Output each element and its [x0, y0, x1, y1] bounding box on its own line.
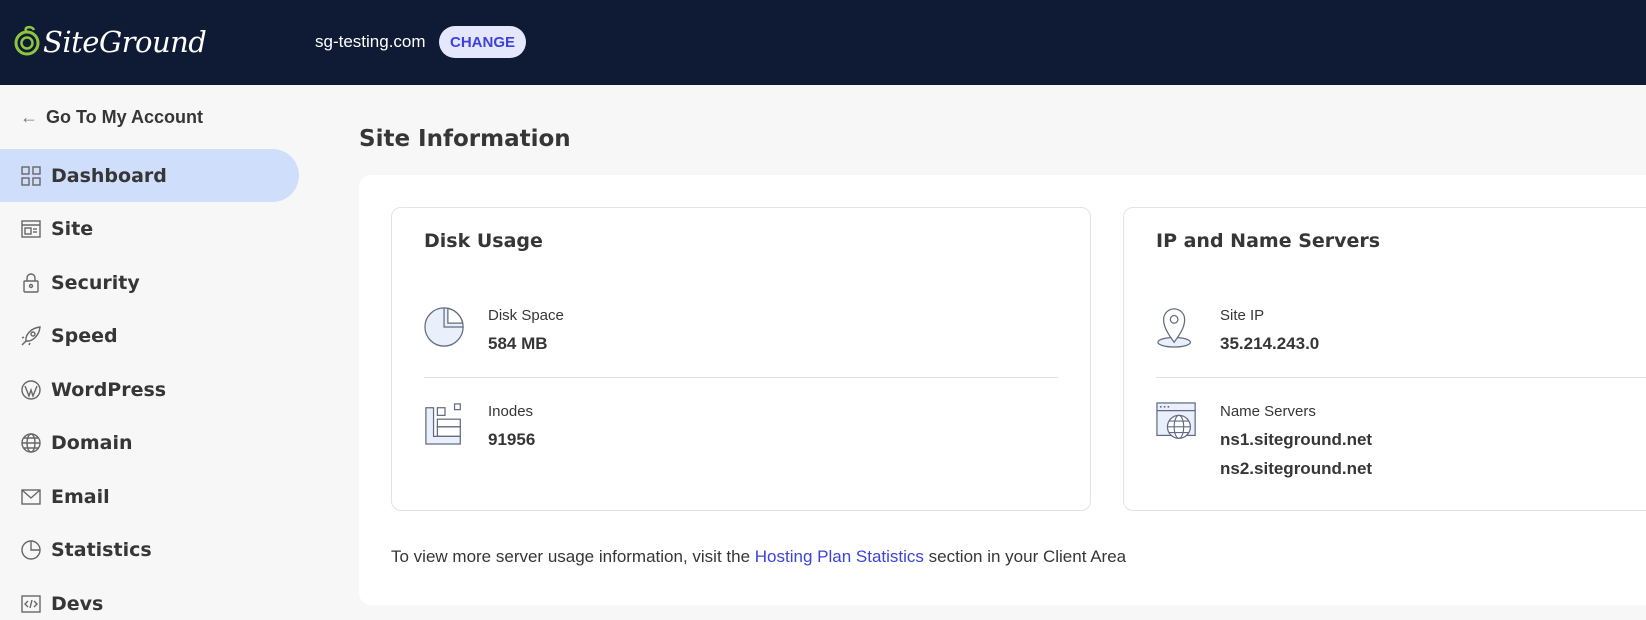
envelope-icon — [20, 486, 41, 507]
inodes-icon — [425, 403, 461, 445]
site-ip-value: 35.214.243.0 — [1220, 334, 1320, 353]
name-servers-label: Name Servers — [1220, 403, 1316, 420]
ip-name-servers-card: IP and Name Servers Site IP 35.214.243.0 — [1123, 207, 1646, 511]
code-icon — [20, 593, 41, 614]
divider — [424, 377, 1058, 378]
sidebar-item-statistics[interactable]: Statistics — [0, 523, 299, 576]
wordpress-icon — [20, 379, 41, 400]
disk-space-stat: Disk Space 584 MB — [424, 305, 564, 354]
inodes-stat: Inodes 91956 — [424, 401, 535, 450]
sidebar-item-email[interactable]: Email — [0, 470, 299, 523]
site-ip-label: Site IP — [1220, 307, 1265, 324]
current-site-name: sg-testing.com — [315, 32, 426, 51]
dashboard-icon — [20, 165, 41, 186]
pie-chart-icon — [424, 307, 464, 347]
divider — [1156, 377, 1646, 378]
page-title: Site Information — [359, 126, 571, 152]
site-icon — [20, 218, 41, 239]
sidebar-item-label: WordPress — [51, 378, 167, 401]
sidebar-item-site[interactable]: Site — [0, 202, 299, 255]
site-information-panel: Disk Usage Disk Space 584 MB Inodes 9195… — [359, 175, 1646, 605]
back-link-label: Go To My Account — [46, 107, 203, 127]
name-server-2: ns2.siteground.net — [1220, 459, 1373, 478]
go-to-my-account-link[interactable]: ← Go To My Account — [20, 107, 203, 128]
sidebar-item-label: Email — [51, 485, 110, 508]
note-suffix: section in your Client Area — [923, 547, 1127, 566]
top-bar: SiteGround sg-testing.com CHANGE — [0, 0, 1646, 85]
inodes-value: 91956 — [488, 430, 536, 449]
inodes-label: Inodes — [488, 403, 534, 420]
disk-space-value: 584 MB — [488, 334, 548, 353]
sidebar-item-label: Dashboard — [51, 164, 167, 187]
sidebar-item-wordpress[interactable]: WordPress — [0, 363, 299, 416]
sidebar-item-speed[interactable]: Speed — [0, 309, 299, 362]
logo-text: SiteGround — [43, 25, 207, 59]
change-site-button[interactable]: CHANGE — [439, 26, 527, 58]
sidebar-item-devs[interactable]: Devs — [0, 577, 299, 620]
sidebar-item-label: Devs — [51, 592, 104, 615]
sidebar: ← Go To My Account Dashboard Site Securi… — [0, 85, 299, 620]
sidebar-item-label: Domain — [51, 431, 133, 454]
disk-space-label: Disk Space — [488, 307, 564, 324]
ip-name-servers-title: IP and Name Servers — [1156, 230, 1381, 252]
site-ip-stat: Site IP 35.214.243.0 — [1156, 305, 1319, 354]
lock-icon — [20, 272, 41, 293]
sidebar-item-label: Speed — [51, 324, 118, 347]
disk-usage-title: Disk Usage — [424, 230, 543, 252]
location-pin-icon — [1157, 308, 1191, 348]
pie-chart-icon — [20, 539, 41, 560]
name-servers-stat: Name Servers ns1.siteground.net ns2.site… — [1156, 401, 1372, 479]
note-prefix: To view more server usage information, v… — [391, 547, 755, 566]
siteground-logo[interactable]: SiteGround — [14, 24, 207, 60]
server-usage-note: To view more server usage information, v… — [391, 547, 1126, 567]
name-server-1: ns1.siteground.net — [1220, 430, 1373, 449]
sidebar-item-label: Security — [51, 271, 140, 294]
hosting-plan-statistics-link[interactable]: Hosting Plan Statistics — [755, 547, 924, 566]
sidebar-item-dashboard[interactable]: Dashboard — [0, 149, 299, 202]
sidebar-item-label: Site — [51, 217, 94, 240]
sidebar-item-security[interactable]: Security — [0, 256, 299, 309]
sidebar-item-domain[interactable]: Domain — [0, 416, 299, 469]
sidebar-item-label: Statistics — [51, 538, 152, 561]
arrow-left-icon: ← — [20, 107, 38, 127]
web-server-icon — [1156, 402, 1196, 439]
globe-icon — [20, 432, 41, 453]
rocket-icon — [20, 325, 41, 346]
logo-swirl-icon — [14, 25, 40, 56]
disk-usage-card: Disk Usage Disk Space 584 MB Inodes 9195… — [391, 207, 1091, 511]
